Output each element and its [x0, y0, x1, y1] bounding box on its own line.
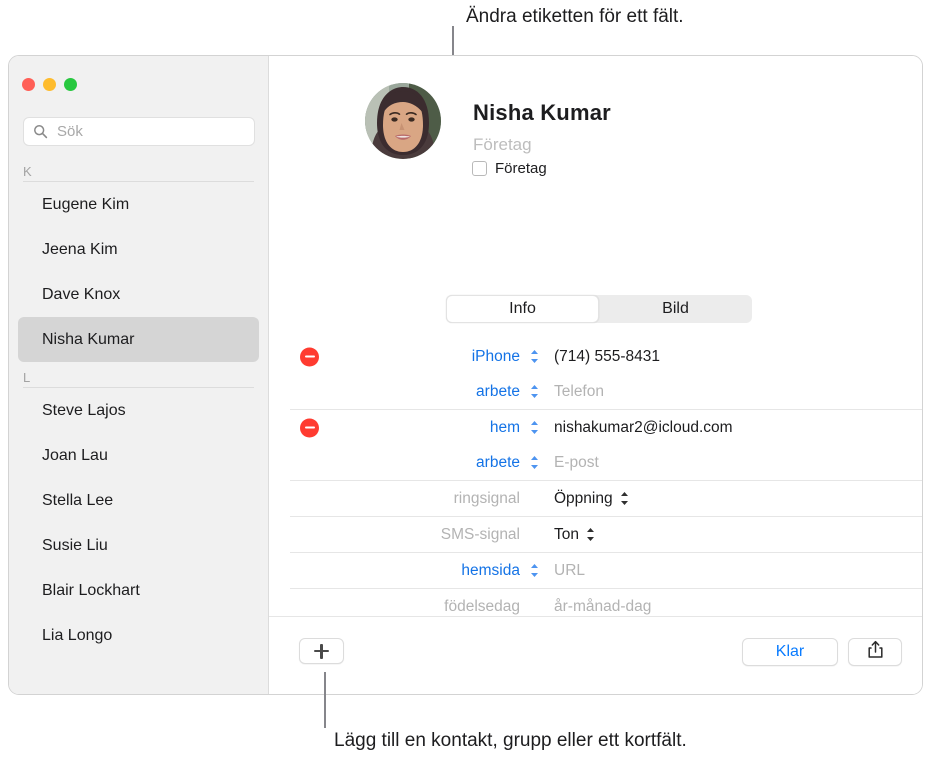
- field-row-phone-iphone[interactable]: iPhone (714) 555-8431: [269, 339, 922, 374]
- tab-bild[interactable]: Bild: [599, 295, 752, 323]
- field-row-phone-work[interactable]: arbete Telefon: [269, 374, 922, 409]
- share-button[interactable]: [848, 638, 902, 666]
- field-label-sms-signal: SMS-signal: [440, 525, 520, 543]
- contact-header: Nisha Kumar Företag Företag: [269, 56, 922, 226]
- remove-field-icon[interactable]: [300, 418, 319, 437]
- search-field[interactable]: Sök: [23, 117, 255, 146]
- section-header-k: K: [23, 156, 254, 182]
- field-value-sms-tone[interactable]: Ton: [554, 526, 595, 544]
- field-value-birthday-placeholder[interactable]: år-månad-dag: [554, 598, 651, 616]
- field-value-ringtone-text: Öppning: [554, 489, 613, 507]
- chevron-updown-icon[interactable]: [524, 563, 544, 578]
- sidebar: Sök K Eugene Kim Jeena Kim Dave Knox Nis…: [9, 56, 269, 694]
- chevron-updown-icon[interactable]: [524, 420, 544, 435]
- window-controls: [22, 78, 77, 91]
- field-value-sms-tone-text: Ton: [554, 525, 579, 543]
- remove-field-icon[interactable]: [300, 347, 319, 366]
- field-row-website[interactable]: hemsida URL: [269, 553, 922, 588]
- info-bild-segmented-control[interactable]: Info Bild: [446, 295, 752, 323]
- company-checkbox-row[interactable]: Företag: [472, 160, 547, 177]
- list-item-joan-lau[interactable]: Joan Lau: [18, 433, 259, 478]
- list-item-jeena-kim[interactable]: Jeena Kim: [18, 227, 259, 272]
- list-item-steve-lajos[interactable]: Steve Lajos: [18, 388, 259, 433]
- share-icon: [867, 640, 884, 664]
- list-item-susie-liu[interactable]: Susie Liu: [18, 523, 259, 568]
- field-label-fodelsedag: födelsedag: [444, 597, 520, 615]
- chevron-updown-icon[interactable]: [524, 384, 544, 399]
- contact-name: Nisha Kumar: [473, 100, 611, 125]
- field-value-url-placeholder[interactable]: URL: [554, 562, 585, 580]
- minimize-button[interactable]: [43, 78, 56, 91]
- field-label-ringsignal: ringsignal: [453, 489, 520, 507]
- chevron-updown-icon[interactable]: [620, 491, 629, 506]
- field-row-sms-tone[interactable]: SMS-signal Ton: [269, 517, 922, 552]
- field-value-phone-placeholder[interactable]: Telefon: [554, 383, 604, 401]
- field-row-email-home[interactable]: hem nishakumar2@icloud.com: [269, 410, 922, 445]
- field-label-iphone[interactable]: iPhone: [357, 348, 520, 366]
- list-item-nisha-kumar[interactable]: Nisha Kumar: [18, 317, 259, 362]
- field-row-ringtone[interactable]: ringsignal Öppning: [269, 481, 922, 516]
- tab-info[interactable]: Info: [446, 295, 599, 323]
- callout-bottom-text: Lägg till en kontakt, grupp eller ett ko…: [334, 730, 687, 751]
- plus-icon: [314, 643, 329, 659]
- company-checkbox-label: Företag: [495, 160, 547, 177]
- field-label-hemsida[interactable]: hemsida: [357, 562, 520, 580]
- contacts-window: Sök K Eugene Kim Jeena Kim Dave Knox Nis…: [8, 55, 923, 695]
- field-value-email-placeholder[interactable]: E-post: [554, 454, 599, 472]
- list-item-dave-knox[interactable]: Dave Knox: [18, 272, 259, 317]
- list-item-stella-lee[interactable]: Stella Lee: [18, 478, 259, 523]
- contact-list[interactable]: K Eugene Kim Jeena Kim Dave Knox Nisha K…: [9, 156, 268, 694]
- search-input[interactable]: Sök: [57, 123, 83, 140]
- company-checkbox[interactable]: [472, 161, 487, 176]
- contact-detail-pane: Nisha Kumar Företag Företag Info Bild iP…: [269, 56, 922, 694]
- company-field[interactable]: Företag: [473, 135, 532, 155]
- field-label-arbete-email[interactable]: arbete: [357, 454, 520, 472]
- add-button[interactable]: [299, 638, 344, 664]
- done-button[interactable]: Klar: [742, 638, 838, 666]
- field-label-arbete-phone[interactable]: arbete: [357, 383, 520, 401]
- close-button[interactable]: [22, 78, 35, 91]
- callout-top-text: Ändra etiketten för ett fält.: [466, 6, 684, 27]
- avatar[interactable]: [365, 83, 441, 159]
- field-label-hem-email[interactable]: hem: [357, 419, 520, 437]
- section-header-l: L: [23, 362, 254, 388]
- maximize-button[interactable]: [64, 78, 77, 91]
- field-value-phone-number[interactable]: (714) 555-8431: [554, 348, 660, 366]
- callout-bottom-leader-line: [324, 672, 326, 728]
- list-item-eugene-kim[interactable]: Eugene Kim: [18, 182, 259, 227]
- chevron-updown-icon[interactable]: [586, 527, 595, 542]
- list-item-lia-longo[interactable]: Lia Longo: [18, 613, 259, 658]
- bottom-toolbar: Klar: [269, 616, 922, 694]
- list-item-blair-lockhart[interactable]: Blair Lockhart: [18, 568, 259, 613]
- search-icon: [33, 124, 48, 139]
- field-row-email-work[interactable]: arbete E-post: [269, 445, 922, 480]
- chevron-updown-icon[interactable]: [524, 455, 544, 470]
- field-value-email-address[interactable]: nishakumar2@icloud.com: [554, 419, 733, 437]
- chevron-updown-icon[interactable]: [524, 349, 544, 364]
- done-button-label: Klar: [775, 643, 805, 660]
- field-value-ringtone[interactable]: Öppning: [554, 490, 629, 508]
